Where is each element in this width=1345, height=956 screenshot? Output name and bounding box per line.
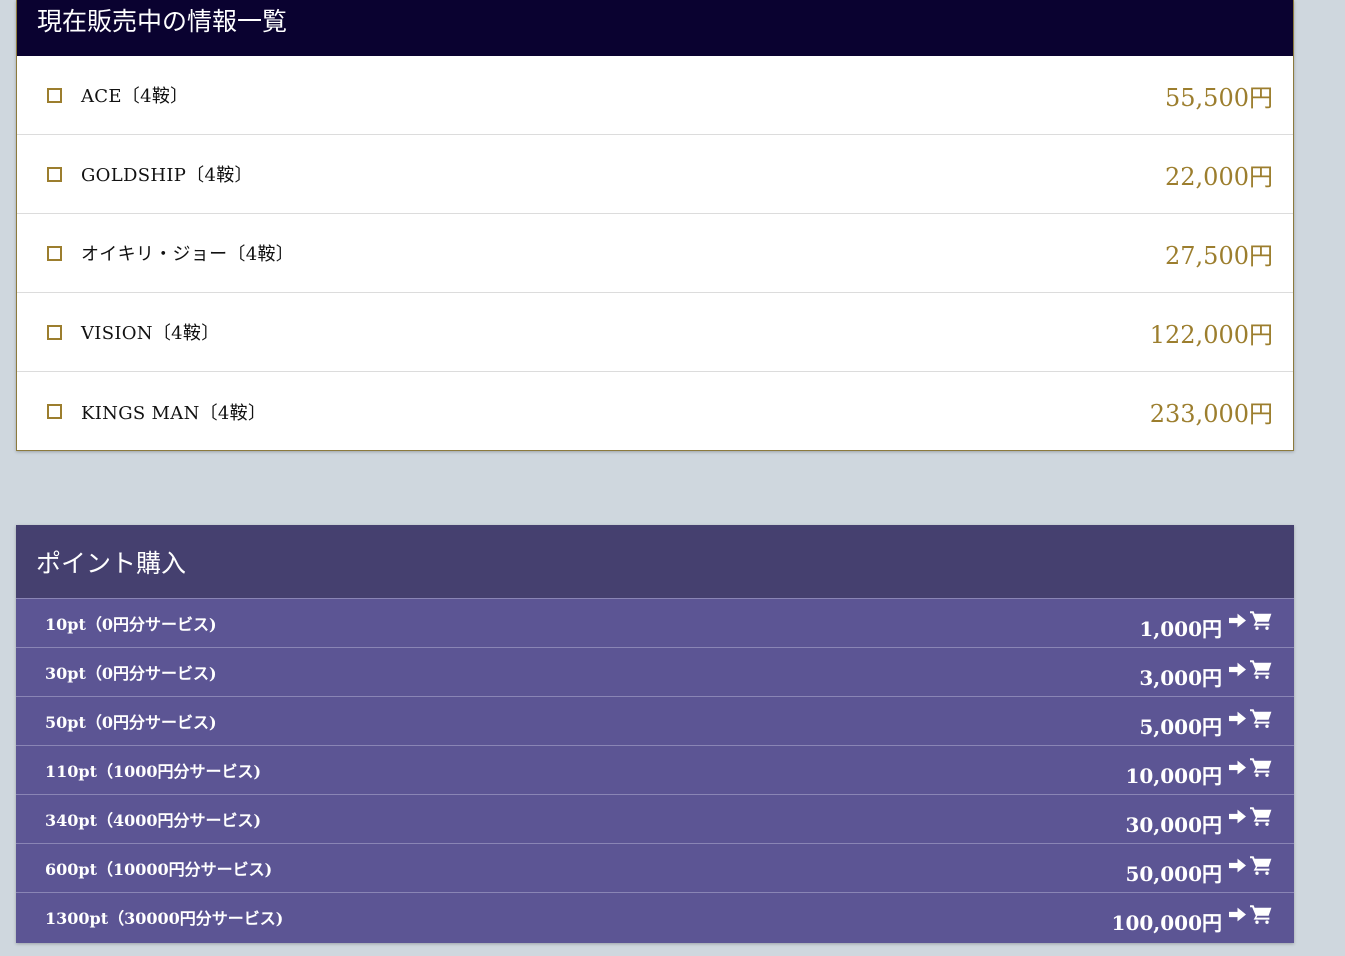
cart-icon[interactable] <box>1250 904 1272 924</box>
cart-icon[interactable] <box>1250 757 1272 777</box>
arrow-right-icon <box>1229 711 1246 726</box>
point-package-price: 3,000円 <box>1139 666 1222 690</box>
point-package-30pt[interactable]: 30pt（0円分サービス) 3,000円 <box>16 648 1294 697</box>
sale-item-checkbox[interactable] <box>47 404 62 419</box>
sale-item-checkbox[interactable] <box>47 245 62 261</box>
point-package-label: 30pt（0円分サービス) <box>45 664 217 683</box>
sale-item-price: 27,500円 <box>1165 241 1273 270</box>
cart-icon[interactable] <box>1250 659 1272 679</box>
sale-item-checkbox[interactable] <box>47 166 62 182</box>
arrow-right-icon <box>1229 613 1246 628</box>
point-package-50pt[interactable]: 50pt（0円分サービス) 5,000円 <box>16 697 1294 746</box>
point-package-10pt[interactable]: 10pt（0円分サービス) 1,000円 <box>16 599 1294 648</box>
point-package-label: 10pt（0円分サービス) <box>45 615 217 634</box>
arrow-right-icon <box>1229 662 1246 677</box>
point-package-price: 50,000円 <box>1125 862 1222 886</box>
point-package-price: 10,000円 <box>1125 764 1222 788</box>
point-package-340pt[interactable]: 340pt（4000円分サービス) 30,000円 <box>16 795 1294 844</box>
point-package-label: 50pt（0円分サービス) <box>45 713 217 732</box>
sale-list-title: 現在販売中の情報一覧 <box>17 0 1293 56</box>
point-package-600pt[interactable]: 600pt（10000円分サービス) 50,000円 <box>16 844 1294 893</box>
point-package-1300pt[interactable]: 1300pt（30000円分サービス) 100,000円 <box>16 893 1294 942</box>
cart-icon[interactable] <box>1250 806 1272 826</box>
sale-item-ace[interactable]: ACE〔4鞍〕 55,500円 <box>17 56 1293 135</box>
sale-item-oikiri-joe[interactable]: オイキリ・ジョー〔4鞍〕 27,500円 <box>17 214 1293 293</box>
sale-item-goldship[interactable]: GOLDSHIP〔4鞍〕 22,000円 <box>17 135 1293 214</box>
sale-item-checkbox[interactable] <box>47 87 62 103</box>
sale-item-price: 55,500円 <box>1165 83 1273 112</box>
sale-item-name: ACE〔4鞍〕 <box>81 86 189 107</box>
arrow-right-icon <box>1229 907 1246 922</box>
sale-item-checkbox[interactable] <box>47 324 62 340</box>
sale-item-name: VISION〔4鞍〕 <box>81 323 220 344</box>
sale-item-name: GOLDSHIP〔4鞍〕 <box>81 165 253 186</box>
point-package-label: 110pt（1000円分サービス) <box>45 762 262 781</box>
sale-item-price: 122,000円 <box>1149 320 1273 349</box>
point-purchase-title: ポイント購入 <box>16 525 1294 599</box>
point-package-price: 5,000円 <box>1139 715 1222 739</box>
cart-icon[interactable] <box>1250 610 1272 630</box>
point-package-label: 1300pt（30000円分サービス) <box>45 909 284 928</box>
sale-item-price: 233,000円 <box>1149 400 1273 428</box>
arrow-right-icon <box>1229 809 1246 824</box>
sale-item-name: オイキリ・ジョー〔4鞍〕 <box>81 244 295 265</box>
point-package-price: 100,000円 <box>1111 911 1222 935</box>
sale-item-price: 22,000円 <box>1165 162 1273 191</box>
arrow-right-icon <box>1229 858 1246 873</box>
cart-icon[interactable] <box>1250 855 1272 875</box>
point-package-price: 30,000円 <box>1125 813 1222 837</box>
sale-list-panel: 現在販売中の情報一覧 ACE〔4鞍〕 55,500円 GOLDSHIP〔4鞍〕 … <box>16 0 1294 451</box>
sale-item-name: KINGS MAN〔4鞍〕 <box>81 402 267 424</box>
sale-item-kings-man[interactable]: KINGS MAN〔4鞍〕 233,000円 <box>17 372 1293 451</box>
point-package-price: 1,000円 <box>1139 617 1222 641</box>
point-package-label: 600pt（10000円分サービス) <box>45 860 273 879</box>
point-package-label: 340pt（4000円分サービス) <box>45 811 262 830</box>
arrow-right-icon <box>1229 760 1246 775</box>
cart-icon[interactable] <box>1250 708 1272 728</box>
sale-item-vision[interactable]: VISION〔4鞍〕 122,000円 <box>17 293 1293 372</box>
point-purchase-panel: ポイント購入 10pt（0円分サービス) 1,000円 30pt（0円分サービス… <box>16 525 1294 943</box>
point-package-110pt[interactable]: 110pt（1000円分サービス) 10,000円 <box>16 746 1294 795</box>
